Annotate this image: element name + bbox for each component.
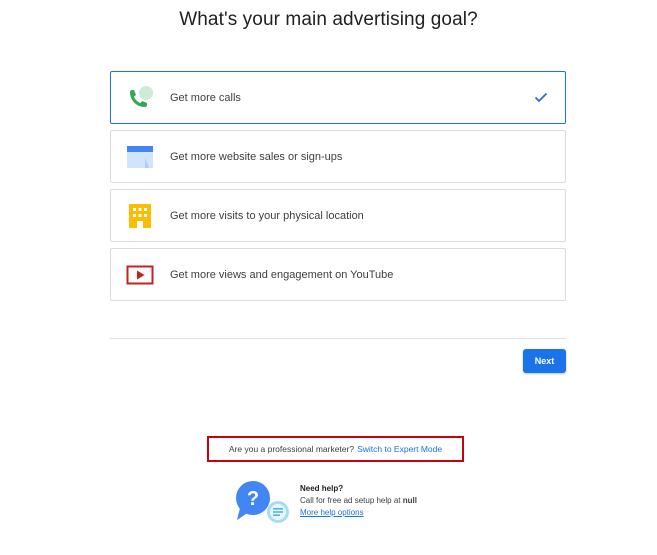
storefront-icon [125,201,155,231]
browser-window-icon [125,142,155,172]
help-title: Need help? [300,484,344,493]
goal-option-location[interactable]: Get more visits to your physical locatio… [110,189,566,242]
expert-question: Are you a professional marketer? [228,444,355,454]
help-phone-number: null [402,496,417,505]
goal-list: Get more calls Get more website sales or… [110,71,566,307]
goal-label: Get more visits to your physical locatio… [170,209,364,222]
phone-chat-icon [125,83,155,113]
goal-label: Get more views and engagement on YouTube [170,268,394,281]
goal-label: Get more calls [170,91,241,104]
expert-mode-prompt: Are you a professional marketer? Switch … [207,436,464,462]
goal-selection-page: What's your main advertising goal? Get m… [0,0,657,555]
goal-option-youtube[interactable]: Get more views and engagement on YouTube [110,248,566,301]
youtube-play-icon [125,260,155,290]
page-title: What's your main advertising goal? [179,9,478,30]
svg-text:?: ? [247,488,259,510]
help-phone-prefix: Call for free ad setup help at [300,496,401,505]
next-button[interactable]: Next [523,349,566,373]
divider [110,338,566,339]
switch-to-expert-mode-link[interactable]: Switch to Expert Mode [357,444,442,454]
help-icon: ? [234,480,290,526]
more-help-options-link[interactable]: More help options [300,507,417,519]
checkmark-icon [534,92,548,103]
goal-label: Get more website sales or sign-ups [170,150,343,163]
help-section: Need help? Call for free ad setup help a… [300,483,417,519]
goal-option-calls[interactable]: Get more calls [110,71,566,124]
goal-option-website[interactable]: Get more website sales or sign-ups [110,130,566,183]
help-phone-line: Call for free ad setup help at null [300,495,417,507]
